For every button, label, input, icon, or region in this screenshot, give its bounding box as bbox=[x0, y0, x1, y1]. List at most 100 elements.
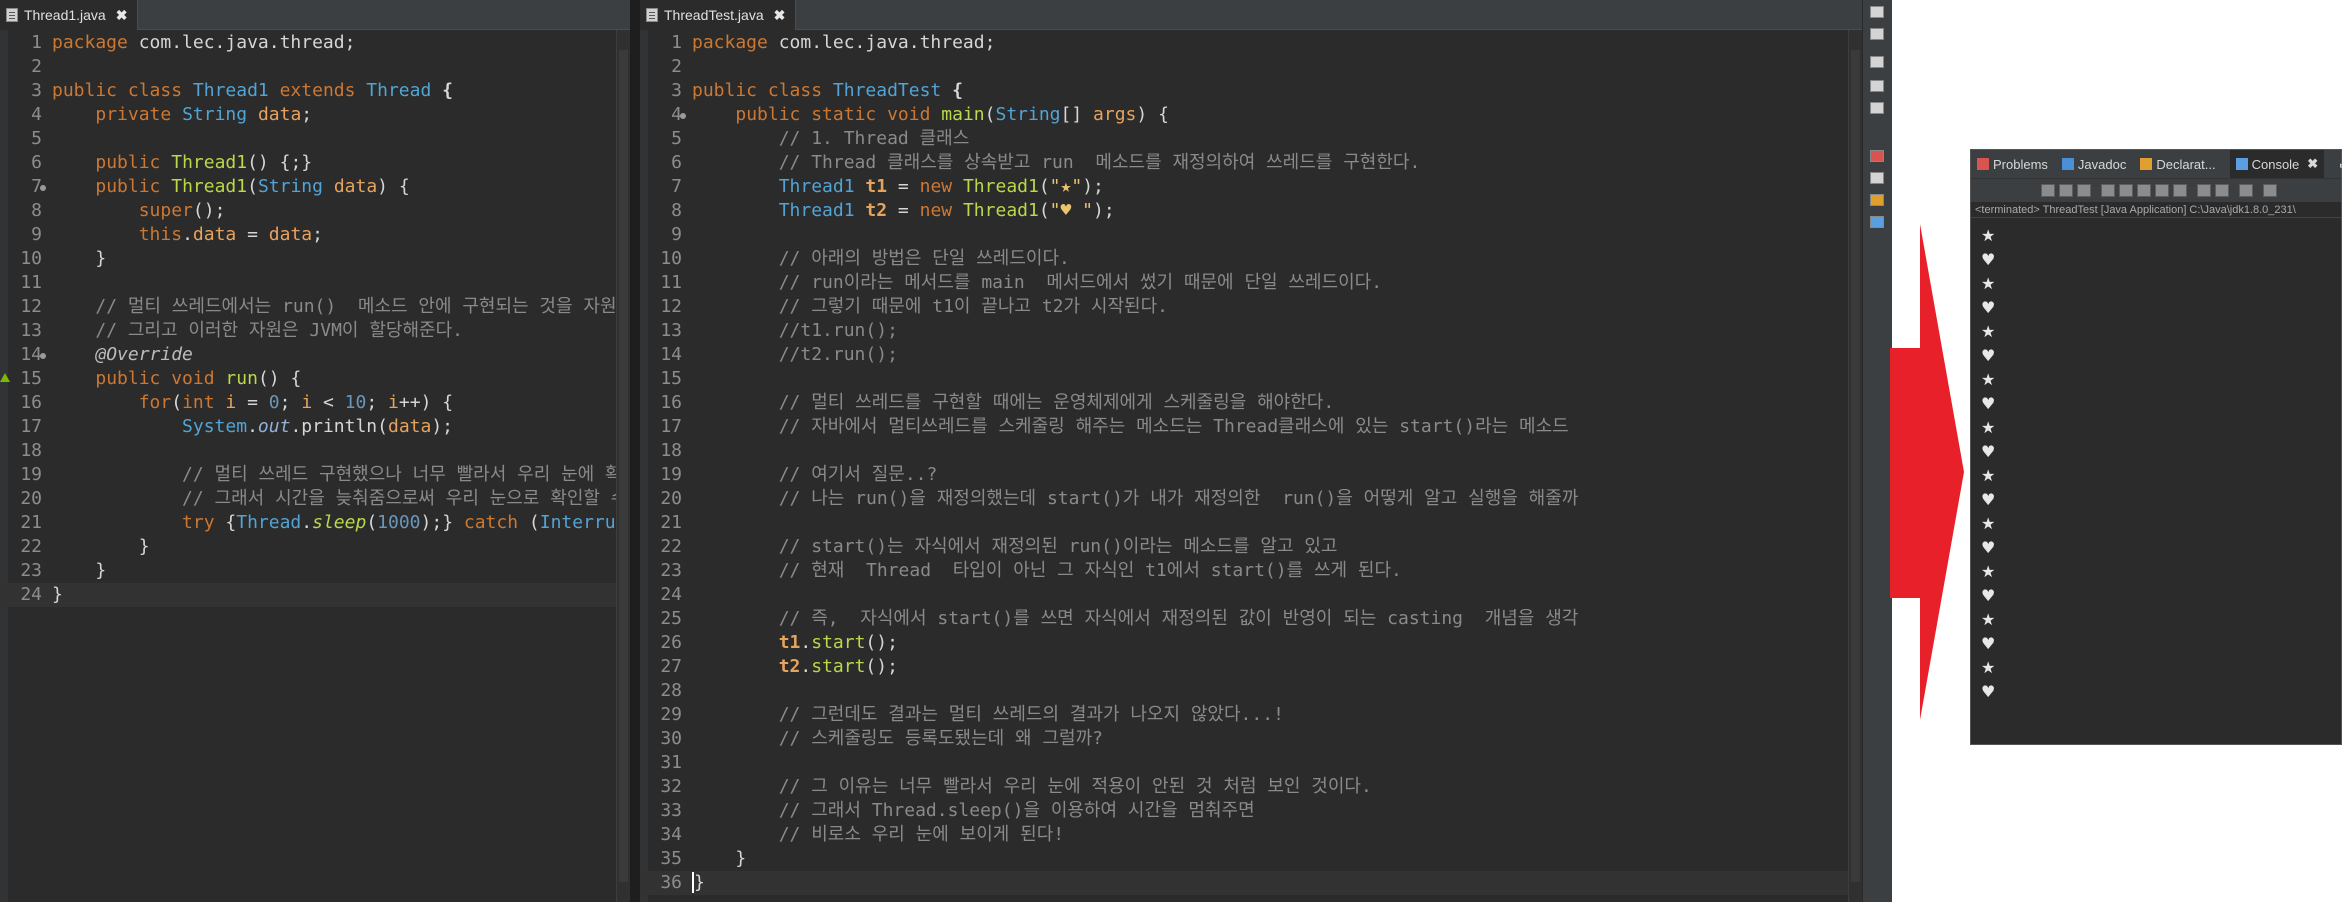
code-line[interactable]: 16 for(int i = 0; i < 10; i++) { bbox=[0, 391, 630, 415]
code-line[interactable]: 3 public class ThreadTest { bbox=[640, 79, 1862, 103]
close-icon[interactable]: ✖ bbox=[2307, 156, 2318, 172]
task-list-icon[interactable] bbox=[1870, 80, 1884, 92]
console-icon[interactable] bbox=[1870, 216, 1884, 228]
code-line[interactable]: 4 public static void main(String[] args)… bbox=[640, 103, 1862, 127]
code-line[interactable]: 25 // 즉, 자식에서 start()를 쓰면 자식에서 재정의된 값이 반… bbox=[640, 607, 1862, 631]
code-line[interactable]: 9 this.data = data; bbox=[0, 223, 630, 247]
outline-icon[interactable] bbox=[1870, 56, 1884, 68]
code-line[interactable]: 27 t2.start(); bbox=[640, 655, 1862, 679]
fold-marker-icon[interactable] bbox=[40, 353, 46, 359]
code-line[interactable]: 35 } bbox=[640, 847, 1862, 871]
code-line[interactable]: 10 // 아래의 방법은 단일 쓰레드이다. bbox=[640, 247, 1862, 271]
code-line[interactable]: 30 // 스케줄링도 등록도됐는데 왜 그럴까? bbox=[640, 727, 1862, 751]
code-line[interactable]: 5 bbox=[0, 127, 630, 151]
console-tab-declarat[interactable]: Declarat... bbox=[2140, 157, 2216, 172]
console-tab-problems[interactable]: Problems bbox=[1977, 157, 2048, 172]
minimize-icon[interactable]: ⇙ bbox=[2338, 156, 2342, 172]
console-tab-javadoc[interactable]: Javadoc bbox=[2061, 157, 2126, 172]
left-vertical-scrollbar[interactable] bbox=[616, 30, 630, 902]
code-line[interactable]: 31 bbox=[640, 751, 1862, 775]
code-line[interactable]: 29 // 그런데도 결과는 멀티 쓰레드의 결과가 나오지 않았다...! bbox=[640, 703, 1862, 727]
code-line[interactable]: 8 super(); bbox=[0, 199, 630, 223]
scroll-lock-icon[interactable] bbox=[2119, 184, 2133, 197]
code-line[interactable]: 8 Thread1 t2 = new Thread1("♥ "); bbox=[640, 199, 1862, 223]
code-line[interactable]: 6 public Thread1() {;} bbox=[0, 151, 630, 175]
clear-console-icon[interactable] bbox=[2101, 184, 2115, 197]
code-line[interactable]: 17 // 자바에서 멀티쓰레드를 스케줄링 해주는 메소드는 Thread클래… bbox=[640, 415, 1862, 439]
right-vertical-scrollbar[interactable] bbox=[1848, 30, 1862, 902]
code-line[interactable]: 24} bbox=[0, 583, 630, 607]
code-line[interactable]: 23 // 현재 Thread 타입이 아닌 그 자식인 t1에서 start(… bbox=[640, 559, 1862, 583]
code-line[interactable]: 21 try {Thread.sleep(1000);} catch (Inte… bbox=[0, 511, 630, 535]
code-line[interactable]: 22 } bbox=[0, 535, 630, 559]
code-line[interactable]: 28 bbox=[640, 679, 1862, 703]
code-line[interactable]: 1 package com.lec.java.thread; bbox=[640, 31, 1862, 55]
close-icon[interactable]: ✖ bbox=[116, 7, 128, 24]
code-line[interactable]: 15 public void run() { bbox=[0, 367, 630, 391]
code-line[interactable]: 7 Thread1 t1 = new Thread1("★"); bbox=[640, 175, 1862, 199]
code-line[interactable]: 36} bbox=[640, 871, 1862, 895]
code-line[interactable]: 12 // 멀티 쓰레드에서는 run() 메소드 안에 구현되는 것을 자원이… bbox=[0, 295, 630, 319]
show-on-output-icon[interactable] bbox=[2155, 184, 2169, 197]
code-line[interactable]: 9 bbox=[640, 223, 1862, 247]
console-tab-console[interactable]: Console ✖ bbox=[2229, 150, 2325, 178]
new-console-icon[interactable] bbox=[2215, 184, 2229, 197]
code-line[interactable]: 20 // 나는 run()을 재정의했는데 start()가 내가 재정의한 … bbox=[640, 487, 1862, 511]
code-line[interactable]: 6 // Thread 클래스를 상속받고 run 메소드를 재정의하여 쓰레드… bbox=[640, 151, 1862, 175]
word-wrap-icon[interactable] bbox=[2137, 184, 2151, 197]
code-line[interactable]: 5 // 1. Thread 클래스 bbox=[640, 127, 1862, 151]
problems-icon[interactable] bbox=[1870, 150, 1884, 162]
maximize-view-icon[interactable] bbox=[1870, 28, 1884, 40]
code-line[interactable]: 21 bbox=[640, 511, 1862, 535]
code-line[interactable]: 19 // 여기서 질문..? bbox=[640, 463, 1862, 487]
code-line[interactable]: 26 t1.start(); bbox=[640, 631, 1862, 655]
code-line[interactable]: 2 bbox=[640, 55, 1862, 79]
code-line[interactable]: 14 @Override bbox=[0, 343, 630, 367]
code-line[interactable]: 1 package com.lec.java.thread; bbox=[0, 31, 630, 55]
left-code-area[interactable]: 1 package com.lec.java.thread; 2 3 public cl… bbox=[0, 30, 630, 902]
remove-launch-icon[interactable] bbox=[2059, 184, 2073, 197]
code-line[interactable]: 3 public class Thread1 extends Thread { bbox=[0, 79, 630, 103]
code-line[interactable]: 15 bbox=[640, 367, 1862, 391]
code-line[interactable]: 19 // 멀티 쓰레드 구현했으나 너무 빨라서 우리 눈에 확인할 수 없음 bbox=[0, 463, 630, 487]
code-line[interactable]: 4 private String data; bbox=[0, 103, 630, 127]
open-console-icon[interactable] bbox=[2239, 184, 2253, 197]
console-output[interactable]: ★ ♥ ★ ♥ ★ ♥ ★ ♥ ★ ♥ ★ ♥ ★ ♥ ★ ♥ ★ ♥ ★ ♥ bbox=[1971, 218, 2341, 704]
code-line[interactable]: 20 // 그래서 시간을 늦춰줌으로써 우리 눈으로 확인할 수 있게 된다! bbox=[0, 487, 630, 511]
declaration-icon[interactable] bbox=[1870, 194, 1884, 206]
code-line[interactable]: 17 System.out.println(data); bbox=[0, 415, 630, 439]
code-line[interactable]: 12 // 그렇기 때문에 t1이 끝나고 t2가 시작된다. bbox=[640, 295, 1862, 319]
code-line[interactable]: 13 //t1.run(); bbox=[640, 319, 1862, 343]
code-line[interactable]: 10 } bbox=[0, 247, 630, 271]
code-line[interactable]: 13 // 그리고 이러한 자원은 JVM이 할당해준다. bbox=[0, 319, 630, 343]
code-line[interactable]: 2 bbox=[0, 55, 630, 79]
code-line[interactable]: 16 // 멀티 쓰레드를 구현할 때에는 운영체제에게 스케줄링을 해야한다. bbox=[640, 391, 1862, 415]
tab-threadtest-java[interactable]: ThreadTest.java ✖ bbox=[640, 0, 797, 30]
code-line[interactable]: 18 bbox=[0, 439, 630, 463]
fold-marker-icon[interactable] bbox=[40, 185, 46, 191]
code-line[interactable]: 34 // 비로소 우리 눈에 보이게 된다! bbox=[640, 823, 1862, 847]
code-line[interactable]: 11 bbox=[0, 271, 630, 295]
display-console-icon[interactable] bbox=[2197, 184, 2211, 197]
code-line[interactable]: 7 public Thread1(String data) { bbox=[0, 175, 630, 199]
remove-all-icon[interactable] bbox=[2077, 184, 2091, 197]
code-line[interactable]: 11 // run이라는 메서드를 main 메서드에서 썼기 때문에 단일 쓰… bbox=[640, 271, 1862, 295]
view-menu-icon[interactable] bbox=[2263, 184, 2277, 197]
fold-marker-icon[interactable] bbox=[680, 113, 686, 119]
javadoc-icon[interactable] bbox=[1870, 172, 1884, 184]
code-line[interactable]: 24 bbox=[640, 583, 1862, 607]
code-line[interactable]: 33 // 그래서 Thread.sleep()을 이용하여 시간을 멈춰주면 bbox=[640, 799, 1862, 823]
right-code-area[interactable]: 1 package com.lec.java.thread; 2 3 public cl… bbox=[640, 30, 1862, 902]
terminate-icon[interactable] bbox=[2041, 184, 2055, 197]
close-icon[interactable]: ✖ bbox=[774, 7, 786, 24]
code-line[interactable]: 32 // 그 이유는 너무 빨라서 우리 눈에 적용이 안된 것 처럼 보인 … bbox=[640, 775, 1862, 799]
code-line[interactable]: 18 bbox=[640, 439, 1862, 463]
pin-console-icon[interactable] bbox=[2173, 184, 2187, 197]
minimize-view-icon[interactable] bbox=[1870, 6, 1884, 18]
code-line[interactable]: 22 // start()는 자식에서 재정의된 run()이라는 메소드를 알… bbox=[640, 535, 1862, 559]
code-line[interactable]: 23 } bbox=[0, 559, 630, 583]
hierarchy-icon[interactable] bbox=[1870, 102, 1884, 114]
code-line[interactable]: 14 //t2.run(); bbox=[640, 343, 1862, 367]
editor-separator[interactable] bbox=[630, 0, 640, 902]
tab-thread1-java[interactable]: Thread1.java ✖ bbox=[0, 0, 139, 30]
